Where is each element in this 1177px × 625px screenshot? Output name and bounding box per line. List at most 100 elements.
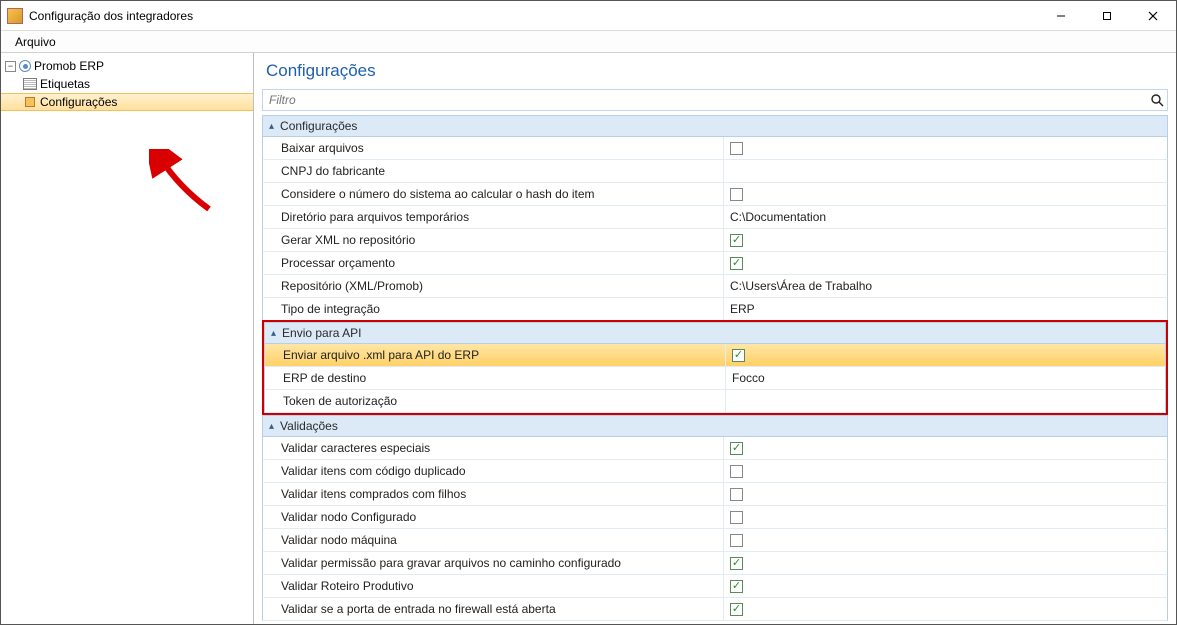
property-value[interactable]: ✓ <box>725 344 1165 366</box>
property-row[interactable]: Diretório para arquivos temporáriosC:\Do… <box>262 206 1168 229</box>
property-row[interactable]: Validar caracteres especiais ✓ <box>262 437 1168 460</box>
property-value[interactable]: ✓ <box>723 137 1167 159</box>
property-value[interactable]: ✓ <box>723 575 1167 597</box>
property-value[interactable]: ERP <box>723 298 1167 320</box>
property-value[interactable]: Focco <box>725 367 1165 389</box>
checkbox[interactable]: ✓ <box>730 142 743 155</box>
property-value[interactable]: C:\Users\Área de Trabalho <box>723 275 1167 297</box>
property-row[interactable]: Repositório (XML/Promob) C:\Users\Área de… <box>262 275 1168 298</box>
checkbox[interactable]: ✓ <box>730 234 743 247</box>
property-value[interactable]: C:\Documentation <box>723 206 1167 228</box>
category-header[interactable]: ▴ Configurações <box>262 115 1168 137</box>
checkbox[interactable]: ✓ <box>730 511 743 524</box>
category-label: Envio para API <box>282 326 361 340</box>
property-value[interactable]: ✓ <box>723 183 1167 205</box>
property-value[interactable]: ✓ <box>723 437 1167 459</box>
tree-root[interactable]: − Promob ERP <box>1 57 253 75</box>
property-row[interactable]: Validar nodo máquina ✓ <box>262 529 1168 552</box>
property-label: Validar itens comprados com filhos <box>263 483 723 505</box>
property-label: Token de autorização <box>265 390 725 412</box>
property-row[interactable]: Validar itens comprados com filhos ✓ <box>262 483 1168 506</box>
property-label: Enviar arquivo .xml para API do ERP <box>265 344 725 366</box>
property-value[interactable]: ✓ <box>723 460 1167 482</box>
property-label: Considere o número do sistema ao calcula… <box>263 183 723 205</box>
property-value-text: Focco <box>732 371 765 385</box>
minimize-button[interactable] <box>1038 1 1084 31</box>
tree-root-label: Promob ERP <box>34 59 104 73</box>
property-label: Validar Roteiro Produtivo <box>263 575 723 597</box>
menubar: Arquivo <box>1 31 1176 53</box>
property-label: Validar nodo máquina <box>263 529 723 551</box>
checkbox[interactable]: ✓ <box>730 603 743 616</box>
titlebar: Configuração dos integradores <box>1 1 1176 31</box>
property-label: Repositório (XML/Promob) <box>263 275 723 297</box>
property-row[interactable]: Tipo de integração ERP <box>262 298 1168 321</box>
property-row[interactable]: Enviar arquivo .xml para API do ERP ✓ <box>264 344 1166 367</box>
property-row[interactable]: Considere o número do sistema ao calcula… <box>262 183 1168 206</box>
chevron-up-icon: ▴ <box>269 421 274 432</box>
property-value[interactable]: ✓ <box>723 252 1167 274</box>
property-row[interactable]: Validar se a porta de entrada no firewal… <box>262 598 1168 621</box>
sidebar-item-configuracoes[interactable]: Configurações <box>1 93 253 111</box>
checkbox[interactable]: ✓ <box>730 442 743 455</box>
filter-box <box>262 89 1168 111</box>
sidebar-item-etiquetas[interactable]: Etiquetas <box>1 75 253 93</box>
maximize-button[interactable] <box>1084 1 1130 31</box>
gear-icon <box>23 95 37 109</box>
property-row[interactable]: ERP de destinoFocco <box>264 367 1166 390</box>
property-grid: ▴ Configurações Baixar arquivos ✓ CNPJ do fa… <box>254 115 1176 624</box>
window-title: Configuração dos integradores <box>29 9 193 23</box>
checkbox[interactable]: ✓ <box>730 257 743 270</box>
close-button[interactable] <box>1130 1 1176 31</box>
app-icon <box>7 8 23 24</box>
category-header[interactable]: ▴ Validações <box>262 415 1168 437</box>
annotation-arrow <box>149 149 229 229</box>
search-icon[interactable] <box>1147 90 1167 110</box>
property-value[interactable]: ✓ <box>723 552 1167 574</box>
property-value[interactable]: ✓ <box>723 229 1167 251</box>
property-label: Tipo de integração <box>263 298 723 320</box>
property-row[interactable]: Validar nodo Configurado ✓ <box>262 506 1168 529</box>
property-row[interactable]: Processar orçamento ✓ <box>262 252 1168 275</box>
category-header[interactable]: ▴ Envio para API <box>264 322 1166 344</box>
property-row[interactable]: Validar permissão para gravar arquivos n… <box>262 552 1168 575</box>
checkbox[interactable]: ✓ <box>730 580 743 593</box>
checkbox[interactable]: ✓ <box>730 188 743 201</box>
property-label: Processar orçamento <box>263 252 723 274</box>
menu-arquivo[interactable]: Arquivo <box>7 33 64 51</box>
property-label: Baixar arquivos <box>263 137 723 159</box>
property-label: Validar nodo Configurado <box>263 506 723 528</box>
property-value[interactable] <box>723 160 1167 182</box>
property-label: Validar permissão para gravar arquivos n… <box>263 552 723 574</box>
collapse-icon[interactable]: − <box>5 61 16 72</box>
property-row[interactable]: Baixar arquivos ✓ <box>262 137 1168 160</box>
property-row[interactable]: Token de autorização <box>264 390 1166 413</box>
property-value[interactable]: ✓ <box>723 598 1167 620</box>
property-value[interactable]: ✓ <box>723 529 1167 551</box>
chevron-up-icon: ▴ <box>271 328 276 339</box>
checkbox[interactable]: ✓ <box>730 488 743 501</box>
sidebar: − Promob ERP Etiquetas Configurações <box>1 53 254 624</box>
property-label: Validar caracteres especiais <box>263 437 723 459</box>
property-row[interactable]: CNPJ do fabricante <box>262 160 1168 183</box>
property-label: Validar se a porta de entrada no firewal… <box>263 598 723 620</box>
sidebar-item-label: Configurações <box>40 95 117 109</box>
page-title: Configurações <box>254 53 1176 89</box>
property-row[interactable]: Validar itens com código duplicado✓ <box>262 460 1168 483</box>
property-value[interactable]: ✓ <box>723 506 1167 528</box>
category-label: Configurações <box>280 119 357 133</box>
checkbox[interactable]: ✓ <box>730 534 743 547</box>
property-value-text: ERP <box>730 302 755 316</box>
filter-input[interactable] <box>263 93 1147 107</box>
checkbox[interactable]: ✓ <box>732 349 745 362</box>
category-label: Validações <box>280 419 338 433</box>
property-row[interactable]: Validar Roteiro Produtivo ✓ <box>262 575 1168 598</box>
chevron-up-icon: ▴ <box>269 121 274 132</box>
property-value-text: C:\Users\Área de Trabalho <box>730 279 872 293</box>
property-value-text: C:\Documentation <box>730 210 826 224</box>
property-row[interactable]: Gerar XML no repositório✓ <box>262 229 1168 252</box>
property-value[interactable] <box>725 390 1165 412</box>
checkbox[interactable]: ✓ <box>730 557 743 570</box>
checkbox[interactable]: ✓ <box>730 465 743 478</box>
property-value[interactable]: ✓ <box>723 483 1167 505</box>
